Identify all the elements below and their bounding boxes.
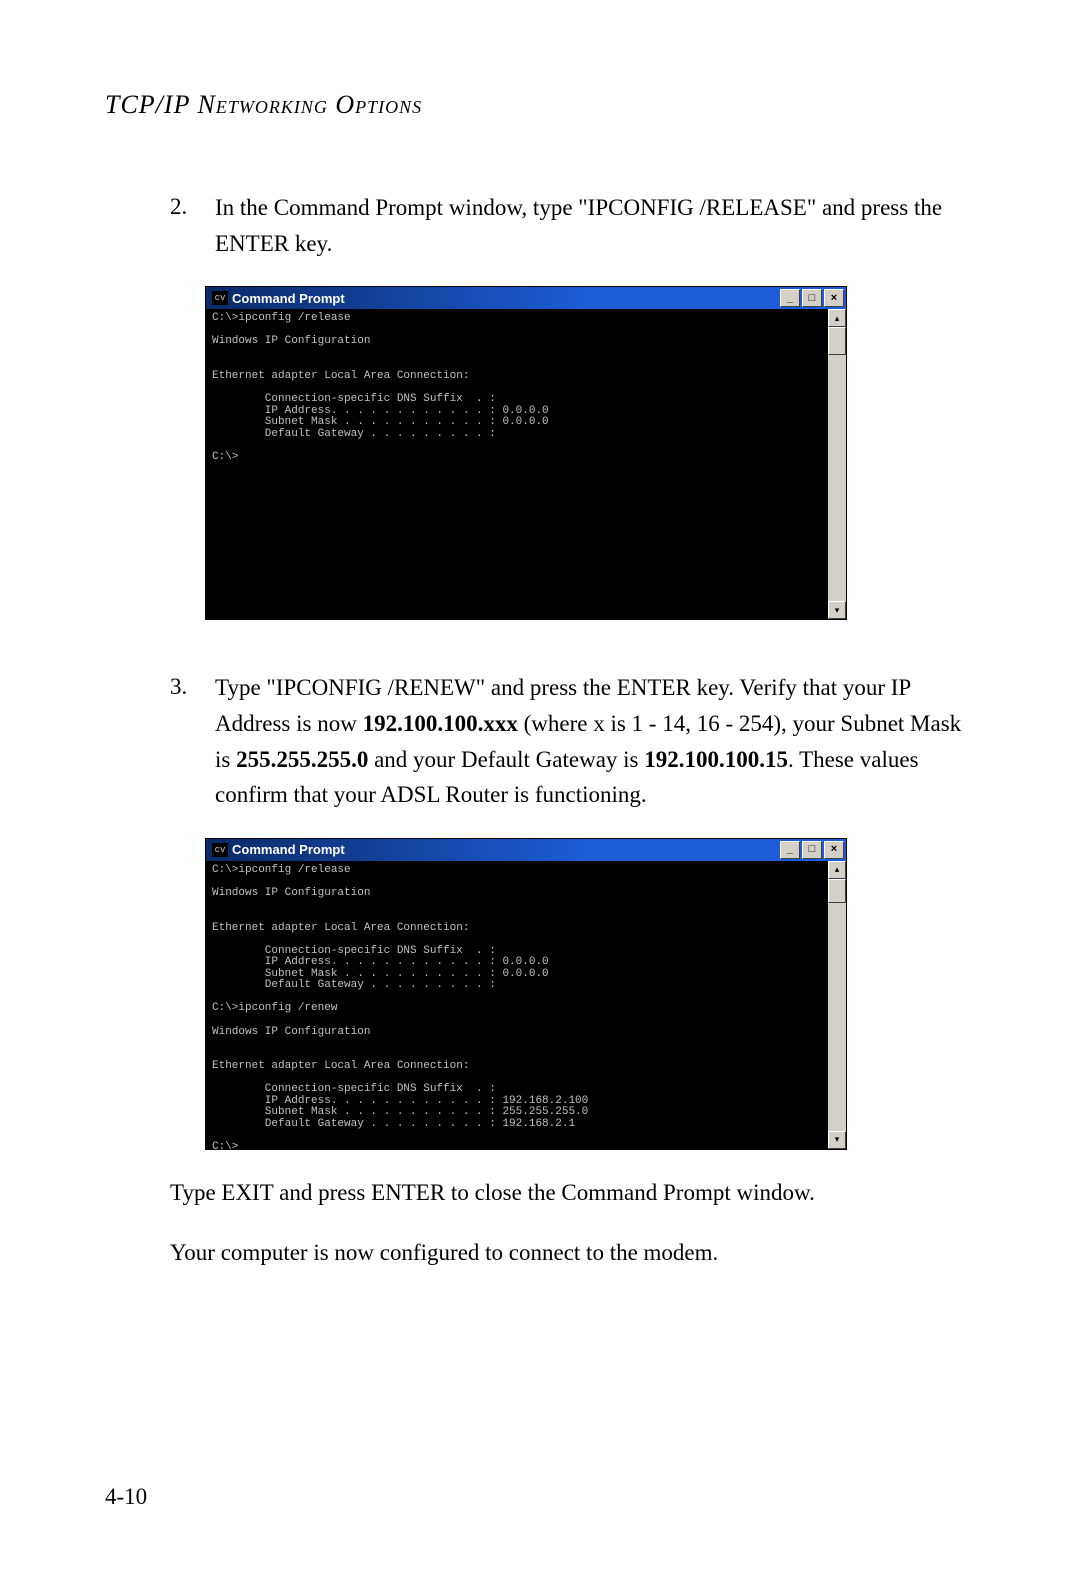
scroll-thumb[interactable] xyxy=(828,879,846,903)
page-header: TCP/IP Networking Options xyxy=(105,90,975,120)
maximize-button[interactable]: □ xyxy=(802,841,822,859)
titlebar[interactable]: cv Command Prompt _ □ × xyxy=(206,287,846,309)
scroll-thumb[interactable] xyxy=(828,327,846,355)
window-title: Command Prompt xyxy=(232,291,780,306)
step-3-number: 3. xyxy=(170,670,215,813)
minimize-button[interactable]: _ xyxy=(780,841,800,859)
paragraph-exit: Type EXIT and press ENTER to close the C… xyxy=(170,1175,975,1211)
page-number: 4-10 xyxy=(105,1484,147,1510)
step-2: 2. In the Command Prompt window, type "I… xyxy=(170,190,975,261)
scroll-down-button[interactable]: ▾ xyxy=(828,1131,846,1149)
paragraph-configured: Your computer is now configured to conne… xyxy=(170,1235,975,1271)
step-3: 3. Type "IPCONFIG /RENEW" and press the … xyxy=(170,670,975,813)
close-button[interactable]: × xyxy=(824,289,844,307)
window-title: Command Prompt xyxy=(232,842,780,857)
scroll-up-button[interactable]: ▴ xyxy=(828,861,846,879)
terminal-output: C:\>ipconfig /release Windows IP Configu… xyxy=(206,861,828,1149)
command-prompt-window-1: cv Command Prompt _ □ × C:\>ipconfig /re… xyxy=(205,286,847,620)
titlebar[interactable]: cv Command Prompt _ □ × xyxy=(206,839,846,861)
command-prompt-window-2: cv Command Prompt _ □ × C:\>ipconfig /re… xyxy=(205,838,847,1150)
cmd-icon: cv xyxy=(212,291,228,305)
terminal-output: C:\>ipconfig /release Windows IP Configu… xyxy=(206,309,828,619)
minimize-button[interactable]: _ xyxy=(780,289,800,307)
cmd-icon: cv xyxy=(212,843,228,857)
step3-bold-c: 192.100.100.15 xyxy=(644,747,788,772)
step3-bold-a: 192.100.100.xxx xyxy=(363,711,518,736)
step-3-text: Type "IPCONFIG /RENEW" and press the ENT… xyxy=(215,670,975,813)
step-2-number: 2. xyxy=(170,190,215,261)
maximize-button[interactable]: □ xyxy=(802,289,822,307)
close-button[interactable]: × xyxy=(824,841,844,859)
scroll-track[interactable] xyxy=(828,879,846,1131)
scroll-track[interactable] xyxy=(828,327,846,601)
scrollbar[interactable]: ▴ ▾ xyxy=(828,309,846,619)
scroll-up-button[interactable]: ▴ xyxy=(828,309,846,327)
scroll-down-button[interactable]: ▾ xyxy=(828,601,846,619)
scrollbar[interactable]: ▴ ▾ xyxy=(828,861,846,1149)
step-2-text: In the Command Prompt window, type "IPCO… xyxy=(215,190,975,261)
step3-bold-b: 255.255.255.0 xyxy=(236,747,368,772)
step3-text-c: and your Default Gateway is xyxy=(368,747,644,772)
